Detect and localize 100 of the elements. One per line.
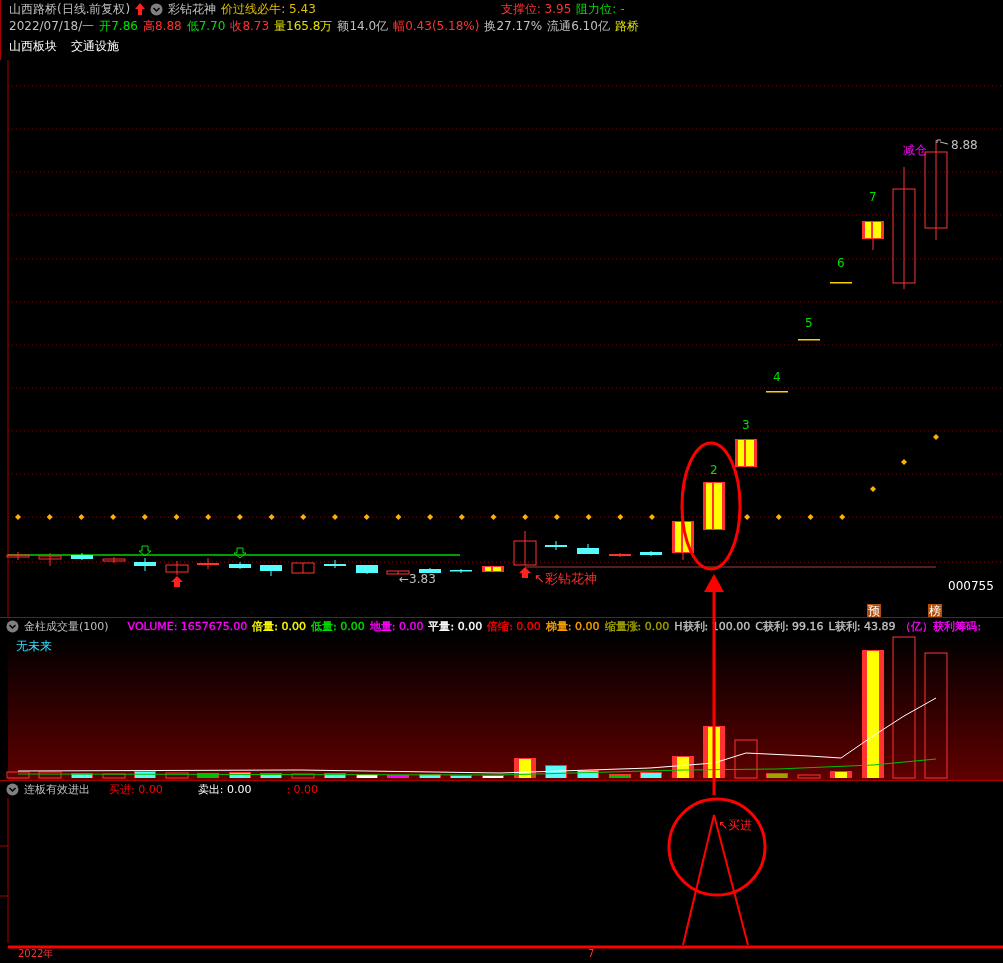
volume-bar	[450, 775, 472, 778]
volume-bar	[797, 774, 821, 779]
price-label: ←3.83	[399, 572, 436, 586]
indicator-value: 倍量: 0.00	[252, 619, 307, 634]
panel-title: 连板有效进出	[24, 782, 90, 797]
count-label: 3	[742, 418, 750, 432]
dropdown-icon[interactable]	[6, 783, 19, 796]
count-label: 7	[869, 190, 877, 204]
panel-note: 无未来	[16, 639, 52, 653]
volume-bar	[577, 770, 599, 778]
indicator-value: 倍缩: 0.00	[487, 619, 541, 634]
candlestick	[703, 481, 725, 531]
up-arrow-icon	[171, 576, 183, 587]
panel-title: 金柱成交量(100)	[24, 619, 109, 634]
candlestick	[291, 562, 315, 574]
candlestick	[197, 557, 219, 570]
quote-field: 流通6.10亿	[547, 18, 610, 35]
candlestick	[419, 567, 441, 574]
quote-field: 幅0.43(5.18%)	[393, 18, 480, 35]
indicator-value: L获利: 43.89	[828, 619, 896, 634]
volume-bar	[830, 771, 852, 778]
reduce-label: 减仓	[903, 143, 927, 157]
indicator-value: 卖出: 0.00	[197, 782, 252, 797]
candlestick	[134, 557, 156, 572]
volume-bar	[165, 772, 189, 779]
volume-bar	[387, 775, 409, 778]
up-arrow-icon	[519, 567, 531, 578]
stock-title: 山西路桥(日线.前复权)	[9, 0, 131, 18]
volume-bar	[734, 739, 758, 779]
signal-label: ↖彩钻花神	[534, 571, 597, 586]
candlestick	[229, 561, 251, 570]
volume-bar	[38, 771, 62, 779]
volume-bar	[609, 774, 631, 778]
price-label: 8.88	[951, 138, 978, 152]
count-label: 4	[773, 370, 781, 384]
quote-field: 低7.70	[186, 18, 226, 35]
candlestick	[482, 565, 504, 573]
dropdown-icon[interactable]	[6, 620, 19, 633]
candlestick	[356, 564, 378, 575]
signal-badge: 预	[867, 604, 881, 617]
count-label: 6	[837, 256, 845, 270]
volume-bar	[197, 773, 219, 778]
candlestick	[830, 282, 852, 284]
sector-tag[interactable]: 交通设施	[71, 37, 119, 55]
volume-bar	[71, 773, 93, 778]
candlestick	[102, 556, 126, 564]
sector-tag[interactable]: 山西板块	[9, 37, 57, 55]
candlestick	[766, 391, 788, 393]
indicator-value: 平量: 0.00	[428, 619, 483, 634]
candlestick	[38, 552, 62, 567]
volume-bar	[356, 774, 378, 778]
indicator-value: 低量: 0.00	[311, 619, 365, 634]
volume-bar	[291, 773, 315, 779]
signal-badge: 榜	[928, 604, 942, 617]
pointer-icon	[936, 139, 949, 145]
quote-field: 换27.17%	[484, 18, 543, 35]
count-label: 2	[710, 463, 718, 477]
quote-field: 开7.86	[99, 18, 138, 35]
volume-bar	[324, 773, 346, 778]
volume-bar	[134, 771, 156, 778]
candlestick	[862, 220, 884, 251]
candlestick	[6, 551, 30, 561]
stock-code: 000755	[948, 579, 994, 593]
indicator-value: 缩量涨: 0.00	[604, 619, 670, 634]
candlestick	[513, 530, 537, 566]
volume-bar	[419, 774, 441, 778]
quote-field: 2022/07/18/一	[9, 18, 95, 35]
volume-bar	[640, 772, 662, 778]
candlestick	[386, 570, 410, 575]
indicator-value: : 0.00	[286, 783, 319, 796]
volume-bar	[6, 771, 30, 779]
quote-field: 路桥	[614, 18, 639, 35]
candlestick	[260, 564, 282, 577]
candlestick	[545, 540, 567, 551]
down-arrow-icon	[233, 547, 247, 559]
indicator-value: 买进: 0.00	[109, 782, 163, 797]
formula-value: 价过线必牛: 5.43	[221, 0, 316, 18]
dropdown-icon[interactable]	[150, 2, 164, 16]
indicator-name: 彩钻花神	[168, 0, 217, 18]
volume-bar	[229, 772, 251, 778]
quote-field: 高8.88	[142, 18, 182, 35]
indicator-value: 梯量: 0.00	[545, 619, 600, 634]
count-label: 5	[805, 316, 813, 330]
down-arrow-icon	[138, 545, 152, 557]
indicator-value: C获利: 99.16	[755, 619, 824, 634]
quote-field: 收8.73	[230, 18, 270, 35]
candlestick	[577, 543, 599, 555]
volume-bar	[482, 775, 504, 778]
buy-label: ↖买进	[718, 818, 753, 832]
volume-bar	[102, 773, 126, 779]
indicator-value: （亿）获利筹码:	[900, 619, 982, 634]
quote-field: 额14.0亿	[337, 18, 389, 35]
indicator-value: VOLUME: 1657675.00	[127, 620, 248, 633]
volume-bar	[766, 773, 788, 778]
candlestick	[798, 339, 820, 341]
resistance-level: 阻力位: -	[576, 0, 625, 18]
candlestick	[324, 559, 346, 569]
support-level: 支撑位: 3.95	[500, 0, 572, 18]
up-arrow-icon	[135, 3, 146, 15]
candlestick	[735, 438, 757, 468]
